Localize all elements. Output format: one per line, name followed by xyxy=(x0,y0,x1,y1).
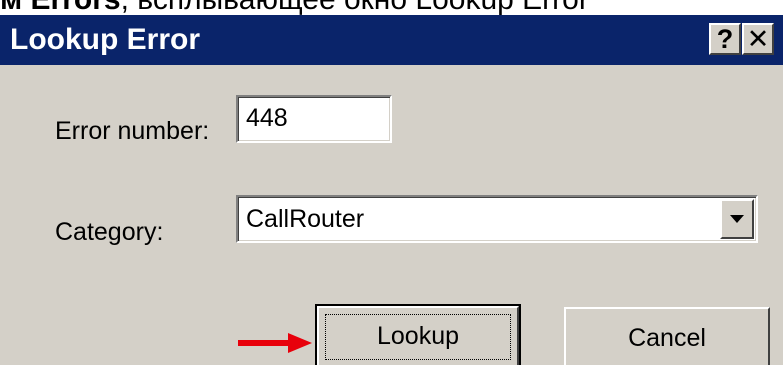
error-number-field-frame xyxy=(236,95,392,143)
category-select[interactable]: CallRouter xyxy=(236,195,758,243)
cancel-button-label: Cancel xyxy=(628,324,706,352)
chevron-down-icon[interactable] xyxy=(720,199,754,239)
cancel-button[interactable]: Cancel xyxy=(564,307,770,365)
category-selected-value: CallRouter xyxy=(246,205,365,233)
arrow-head xyxy=(288,333,312,353)
doc-rest-text: , всплывающее окно Lookup Error xyxy=(121,0,589,16)
arrow-shaft xyxy=(238,340,290,346)
category-label: Category: xyxy=(55,218,164,246)
doc-bold-text: м Errors xyxy=(0,0,121,16)
screenshot: м Errors, всплывающее окно Lookup Error … xyxy=(0,0,783,365)
lookup-button[interactable]: Lookup xyxy=(315,304,521,365)
red-arrow-icon xyxy=(238,333,312,353)
close-icon: ✕ xyxy=(746,24,770,54)
error-number-label: Error number: xyxy=(55,117,210,145)
lookup-error-dialog: Lookup Error ? ✕ Error number: Category:… xyxy=(0,15,783,365)
error-number-input[interactable] xyxy=(246,104,376,133)
focus-rectangle xyxy=(325,314,511,360)
help-icon: ? xyxy=(716,24,734,54)
title-bar[interactable]: Lookup Error ? ✕ xyxy=(0,15,783,65)
close-button[interactable]: ✕ xyxy=(742,23,774,55)
help-button[interactable]: ? xyxy=(709,23,741,55)
dialog-title: Lookup Error xyxy=(10,23,201,56)
